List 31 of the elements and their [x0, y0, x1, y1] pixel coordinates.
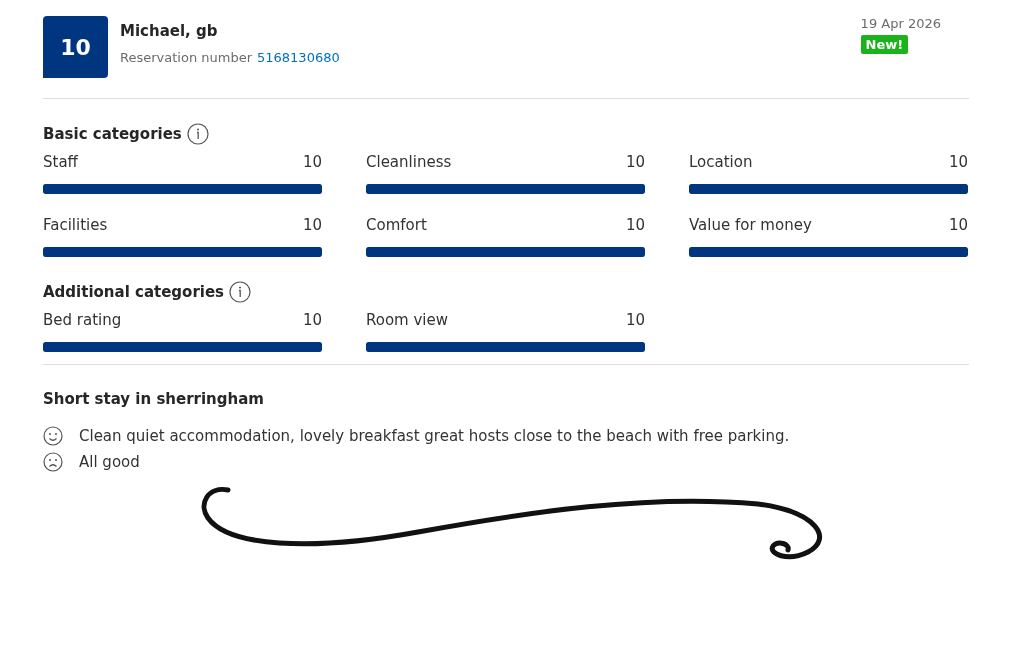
category-label: Bed rating: [43, 311, 122, 329]
category-label: Cleanliness: [366, 153, 452, 171]
review-title: Short stay in sherringham: [43, 390, 264, 408]
reservation-label: Reservation number: [120, 50, 252, 65]
sad-face-icon: [43, 452, 63, 472]
info-icon[interactable]: [229, 281, 252, 303]
category-score: 10: [948, 153, 968, 171]
review-date: 19 Apr 2026: [860, 16, 941, 31]
section-title: Basic categories: [43, 125, 182, 143]
category-label: Room view: [366, 311, 449, 329]
guest-name: Michael, gb: [120, 22, 219, 40]
category-label: Location: [689, 153, 753, 171]
category-label: Staff: [43, 153, 78, 171]
category-label: Facilities: [43, 216, 108, 234]
category-score: 10: [625, 153, 645, 171]
new-badge: New!: [860, 35, 909, 54]
category-score: 10: [302, 311, 322, 329]
reservation-link[interactable]: 5168130680: [257, 50, 340, 65]
category-score: 10: [948, 216, 968, 234]
section-title: Additional categories: [43, 283, 225, 301]
review-text: Clean quiet accommodation, lovely breakfast great hosts close to the beach with free parking.: [79, 427, 790, 445]
review-text: All good: [79, 453, 140, 471]
score-badge: 10: [43, 16, 108, 78]
info-icon[interactable]: [186, 123, 209, 145]
category-label: Value for money: [689, 216, 812, 234]
category-label: Comfort: [366, 216, 427, 234]
smiley-icon: [43, 426, 63, 446]
category-score: 10: [302, 216, 322, 234]
category-score: 10: [625, 311, 645, 329]
category-score: 10: [625, 216, 645, 234]
category-score: 10: [302, 153, 322, 171]
